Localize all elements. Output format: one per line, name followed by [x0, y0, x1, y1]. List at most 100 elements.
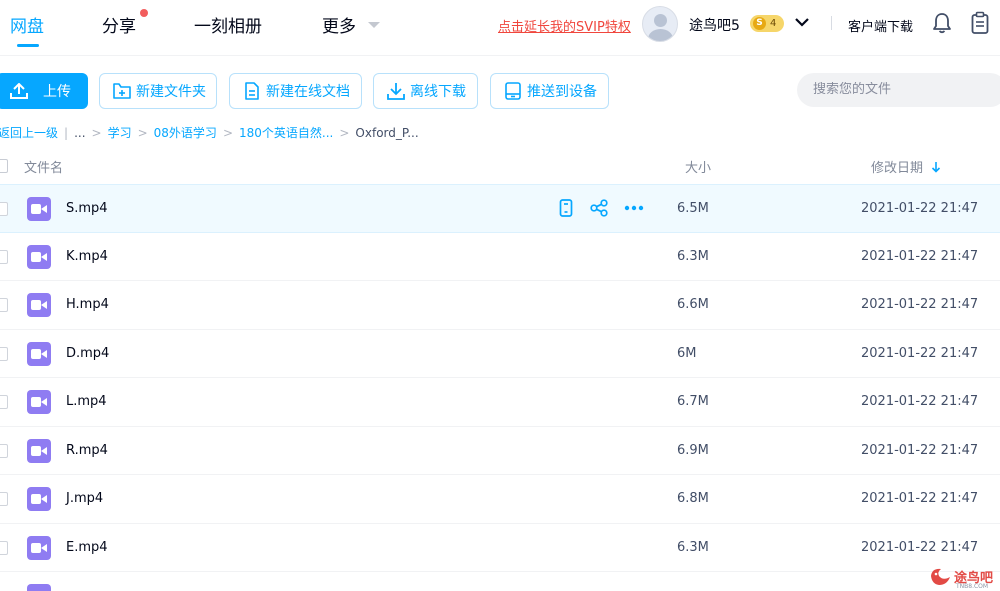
new-folder-button[interactable]: 新建文件夹 — [99, 73, 217, 109]
table-row[interactable]: L.mp4 6.7M 2021-01-22 21:47 — [0, 378, 1000, 427]
avatar-head — [654, 14, 667, 27]
row-checkbox[interactable] — [0, 202, 8, 216]
offline-download-button[interactable]: 离线下载 — [373, 73, 478, 109]
file-name[interactable]: H.mp4 — [66, 297, 109, 312]
table-row[interactable]: E.mp4 6.3M 2021-01-22 21:47 — [0, 524, 1000, 572]
username[interactable]: 途鸟吧5 — [689, 15, 740, 35]
file-name[interactable]: L.mp4 — [66, 394, 107, 409]
sort-down-arrow-icon[interactable] — [931, 161, 941, 173]
tab-netdisk[interactable]: 网盘 — [10, 12, 44, 37]
device-icon — [505, 82, 521, 100]
breadcrumb-separator: > — [137, 125, 148, 140]
document-icon — [245, 82, 259, 100]
breadcrumb-current: Oxford_P... — [355, 125, 419, 140]
tab-moment-album[interactable]: 一刻相册 — [194, 12, 262, 37]
file-name[interactable]: R.mp4 — [66, 443, 108, 458]
file-list: S.mp4 6.5M 2021-01-22 21:47 K.mp4 6.3M 2… — [0, 184, 1000, 572]
row-checkbox[interactable] — [0, 443, 8, 458]
client-download-link[interactable]: 客户端下载 — [848, 16, 913, 35]
breadcrumb-item-english-phonics[interactable]: 180个英语自然... — [239, 124, 333, 141]
table-row[interactable]: K.mp4 6.3M 2021-01-22 21:47 — [0, 233, 1000, 281]
new-online-doc-label: 新建在线文档 — [266, 84, 350, 100]
back-link[interactable]: 返回上一级 — [0, 124, 58, 141]
nav-divider — [831, 16, 832, 30]
more-options-icon[interactable] — [624, 205, 644, 211]
search-input[interactable] — [813, 82, 993, 97]
search-box[interactable] — [797, 73, 1000, 107]
row-checkbox[interactable] — [0, 540, 8, 555]
svip-level-badge[interactable]: S 4 — [750, 15, 784, 32]
table-row[interactable]: D.mp4 6M 2021-01-22 21:47 — [0, 330, 1000, 378]
video-file-icon — [27, 487, 51, 511]
file-modified-date: 2021-01-22 21:47 — [861, 539, 979, 555]
file-size: 6.6M — [677, 297, 709, 312]
row-checkbox[interactable] — [0, 298, 8, 312]
breadcrumb-ellipsis[interactable]: ... — [74, 126, 85, 140]
file-modified-date: 2021-01-22 21:47 — [861, 248, 979, 264]
row-checkbox[interactable] — [0, 395, 8, 409]
push-to-device-label: 推送到设备 — [527, 84, 597, 100]
column-header-size[interactable]: 大小 — [685, 157, 711, 176]
notification-dot — [140, 9, 148, 17]
file-size: 6.8M — [677, 491, 709, 506]
folder-plus-icon — [113, 83, 131, 99]
breadcrumb-item-study[interactable]: 学习 — [108, 124, 132, 141]
watermark-subtext: TNB8.COM — [956, 583, 989, 590]
video-file-icon — [27, 197, 51, 221]
column-header-date[interactable]: 修改日期 — [871, 157, 941, 176]
active-tab-indicator — [17, 44, 39, 47]
new-online-doc-button[interactable]: 新建在线文档 — [229, 73, 362, 109]
file-modified-date: 2021-01-22 21:47 — [861, 201, 979, 216]
chevron-down-icon[interactable] — [794, 16, 810, 28]
file-modified-date: 2021-01-22 21:47 — [861, 394, 979, 409]
file-name[interactable]: D.mp4 — [66, 346, 109, 361]
video-file-icon — [27, 293, 51, 317]
avatar[interactable] — [642, 6, 678, 42]
row-checkbox[interactable] — [0, 492, 8, 506]
column-header-name[interactable]: 文件名 — [24, 157, 63, 176]
file-size: 6.3M — [677, 248, 709, 264]
table-row[interactable]: J.mp4 6.8M 2021-01-22 21:47 — [0, 475, 1000, 524]
new-folder-label: 新建文件夹 — [136, 84, 206, 100]
bell-icon[interactable] — [932, 12, 952, 34]
share-icon[interactable] — [590, 199, 608, 217]
file-name[interactable]: E.mp4 — [66, 540, 108, 555]
download-icon — [387, 83, 405, 100]
push-to-device-icon[interactable] — [558, 199, 574, 217]
svip-level: 4 — [770, 18, 777, 29]
upload-icon — [10, 83, 28, 99]
file-modified-date: 2021-01-22 21:47 — [861, 491, 979, 506]
file-size: 6.3M — [677, 539, 709, 555]
video-file-icon — [27, 438, 51, 463]
breadcrumb-separator: > — [222, 125, 233, 140]
offline-download-label: 离线下载 — [410, 84, 466, 100]
breadcrumb-separator: > — [91, 125, 102, 140]
file-name[interactable]: S.mp4 — [66, 201, 108, 216]
video-file-icon — [27, 584, 51, 591]
tab-share[interactable]: 分享 — [102, 12, 136, 37]
file-table-header: 文件名 大小 修改日期 — [0, 148, 1000, 184]
file-name[interactable]: K.mp4 — [66, 249, 108, 264]
breadcrumb-item-foreign-language[interactable]: 08外语学习 — [154, 124, 217, 141]
file-name[interactable]: J.mp4 — [66, 491, 103, 506]
row-checkbox[interactable] — [0, 249, 8, 264]
video-file-icon — [27, 341, 51, 366]
push-to-device-button[interactable]: 推送到设备 — [490, 73, 609, 109]
file-modified-date: 2021-01-22 21:47 — [861, 345, 979, 361]
file-size: 6.5M — [677, 201, 709, 216]
table-row[interactable]: H.mp4 6.6M 2021-01-22 21:47 — [0, 281, 1000, 330]
bird-logo-icon — [931, 568, 950, 585]
table-row[interactable]: S.mp4 6.5M 2021-01-22 21:47 — [0, 184, 1000, 233]
more-caret-icon[interactable] — [368, 22, 380, 28]
select-all-checkbox[interactable] — [0, 159, 8, 173]
clipboard-icon[interactable] — [970, 11, 990, 35]
row-checkbox[interactable] — [0, 346, 8, 361]
video-file-icon — [27, 390, 51, 414]
breadcrumb-separator: > — [339, 125, 350, 140]
table-row[interactable]: R.mp4 6.9M 2021-01-22 21:47 — [0, 427, 1000, 475]
svip-renew-link[interactable]: 点击延长我的SVIP特权 — [498, 16, 631, 35]
video-file-icon — [27, 535, 51, 560]
video-file-icon — [27, 244, 51, 269]
upload-button[interactable]: 上传 — [0, 73, 88, 109]
tab-more[interactable]: 更多 — [322, 12, 356, 37]
